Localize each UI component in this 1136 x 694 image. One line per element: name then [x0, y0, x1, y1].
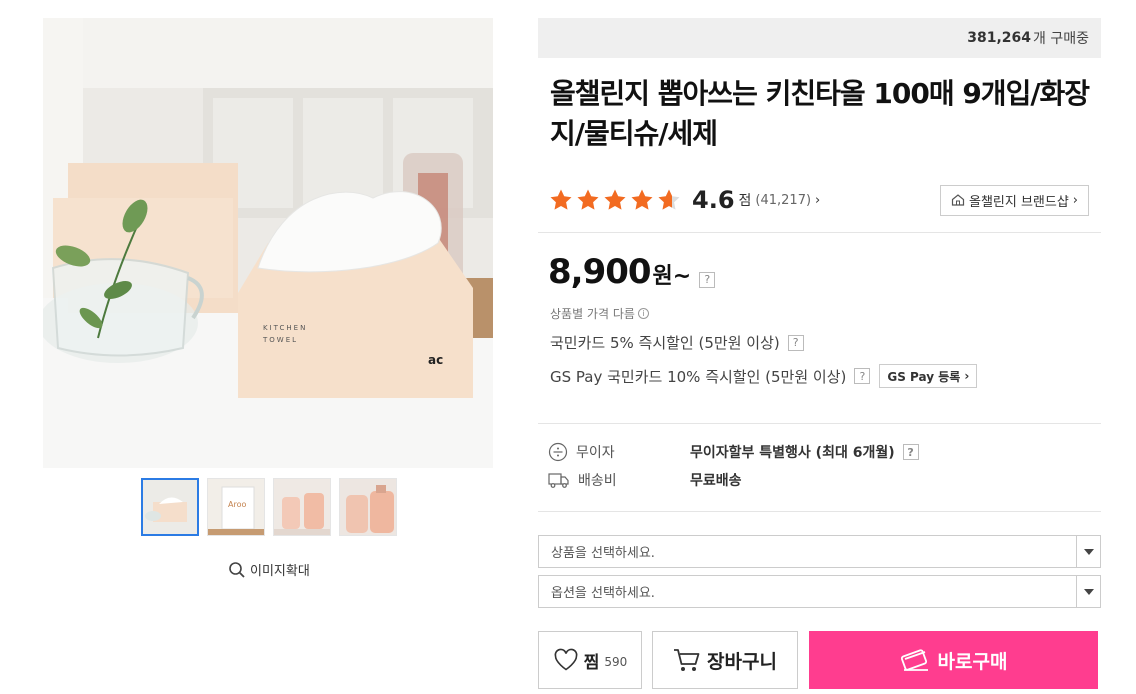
option-select-text: 옵션을 선택하세요. — [551, 586, 655, 601]
rating-row: 4.6 점 (41,217) › 올챌린지 브랜드샵 › — [548, 183, 1089, 217]
brand-shop-label: 올챌린지 브랜드샵 — [968, 194, 1069, 210]
buyer-count: 381,264 — [967, 30, 1032, 46]
divider — [538, 423, 1101, 424]
packaging-text-towel: TOWEL — [262, 336, 298, 344]
packaging-text-kitchen: KITCHEN — [263, 324, 307, 332]
image-zoom-button[interactable]: 이미지확대 — [228, 560, 310, 579]
buyer-suffix: 개 구매중 — [1033, 31, 1089, 47]
card-discount-2: GS Pay 국민카드 10% 즉시할인 (5만원 이상) ? GS Pay 등… — [550, 364, 978, 388]
thumbnail-4[interactable] — [339, 478, 397, 536]
buy-now-button[interactable]: 바로구매 — [809, 631, 1098, 689]
installment-value: 무이자할부 특별행사 (최대 6개월) — [690, 445, 895, 461]
zoom-label: 이미지확대 — [250, 564, 310, 579]
thumbnail-3[interactable] — [273, 478, 331, 536]
card-discount-2-text: GS Pay 국민카드 10% 즉시할인 (5만원 이상) — [550, 367, 847, 386]
discount-help-icon[interactable]: ? — [854, 368, 871, 384]
chevron-right-icon: › — [964, 369, 970, 383]
info-icon[interactable]: i — [637, 308, 649, 319]
star-rating — [548, 188, 682, 212]
price-note: 상품별 가격 다름 i — [550, 305, 649, 322]
main-product-image: KITCHEN TOWEL ac — [43, 18, 493, 468]
cart-label: 장바구니 — [707, 650, 777, 673]
card-discount-1: 국민카드 5% 즉시할인 (5만원 이상) ? — [550, 332, 804, 353]
home-icon — [951, 194, 965, 206]
review-count-link[interactable]: (41,217) — [755, 193, 811, 208]
installment-help-icon[interactable]: ? — [902, 444, 919, 460]
cart-icon — [674, 649, 700, 671]
divide-circle-icon — [548, 442, 568, 462]
dropdown-arrow-icon — [1076, 576, 1100, 607]
rating-score: 4.6 — [692, 186, 735, 214]
wishlist-count: 590 — [604, 655, 628, 669]
gspay-register-label: GS Pay 등록 — [887, 369, 961, 384]
chevron-right-icon: › — [815, 192, 821, 208]
discount-help-icon[interactable]: ? — [787, 334, 804, 351]
wishlist-button[interactable]: 찜 590 — [538, 631, 642, 689]
thumbnail-1[interactable] — [141, 478, 199, 536]
price-note-text: 상품별 가격 다름 — [550, 307, 635, 321]
installment-row: 무이자 무이자할부 특별행사 (최대 6개월) ? — [548, 442, 919, 462]
heart-icon — [554, 648, 578, 671]
price-help-icon[interactable]: ? — [699, 271, 716, 288]
shipping-label: 배송비 — [578, 473, 617, 489]
product-select[interactable]: 상품을 선택하세요. — [538, 535, 1101, 568]
star-icon — [550, 189, 572, 210]
thumbnail-2[interactable]: Aroo — [207, 478, 265, 536]
divider — [538, 511, 1101, 512]
magnifier-icon — [229, 561, 245, 578]
shipping-value: 무료배송 — [690, 473, 742, 489]
price-unit: 원~ — [652, 264, 692, 289]
star-half-icon — [658, 189, 680, 210]
thumbnail-2-brand: Aroo — [228, 500, 246, 509]
card-payment-icon — [900, 649, 928, 671]
gspay-register-button[interactable]: GS Pay 등록 › — [879, 364, 978, 388]
star-icon — [631, 189, 653, 210]
price-row: 8,900 원~ ? — [548, 252, 716, 292]
divider — [538, 232, 1101, 233]
brand-shop-button[interactable]: 올챌린지 브랜드샵 › — [939, 184, 1089, 216]
chevron-right-icon: › — [1072, 192, 1078, 208]
shipping-row: 배송비 무료배송 — [548, 470, 742, 490]
add-to-cart-button[interactable]: 장바구니 — [652, 631, 798, 689]
option-select[interactable]: 옵션을 선택하세요. — [538, 575, 1101, 608]
thumbnail-strip: Aroo — [141, 478, 397, 536]
truck-icon — [548, 473, 569, 488]
packaging-logo: ac — [428, 353, 443, 367]
star-icon — [577, 189, 599, 210]
product-title: 올챌린지 뽑아쓰는 키친타올 100매 9개입/화장지/물티슈/세제 — [550, 77, 1090, 150]
buy-now-label: 바로구매 — [937, 650, 1008, 673]
installment-label: 무이자 — [576, 445, 615, 461]
card-discount-1-text: 국민카드 5% 즉시할인 (5만원 이상) — [550, 334, 780, 352]
price-amount: 8,900 — [548, 252, 652, 292]
dropdown-arrow-icon — [1076, 536, 1100, 567]
wishlist-label: 찜 — [583, 652, 600, 673]
buyer-count-bar: 381,264 개 구매중 — [538, 18, 1101, 58]
product-select-text: 상품을 선택하세요. — [551, 546, 655, 561]
star-icon — [604, 189, 626, 210]
rating-unit: 점 — [738, 193, 752, 209]
